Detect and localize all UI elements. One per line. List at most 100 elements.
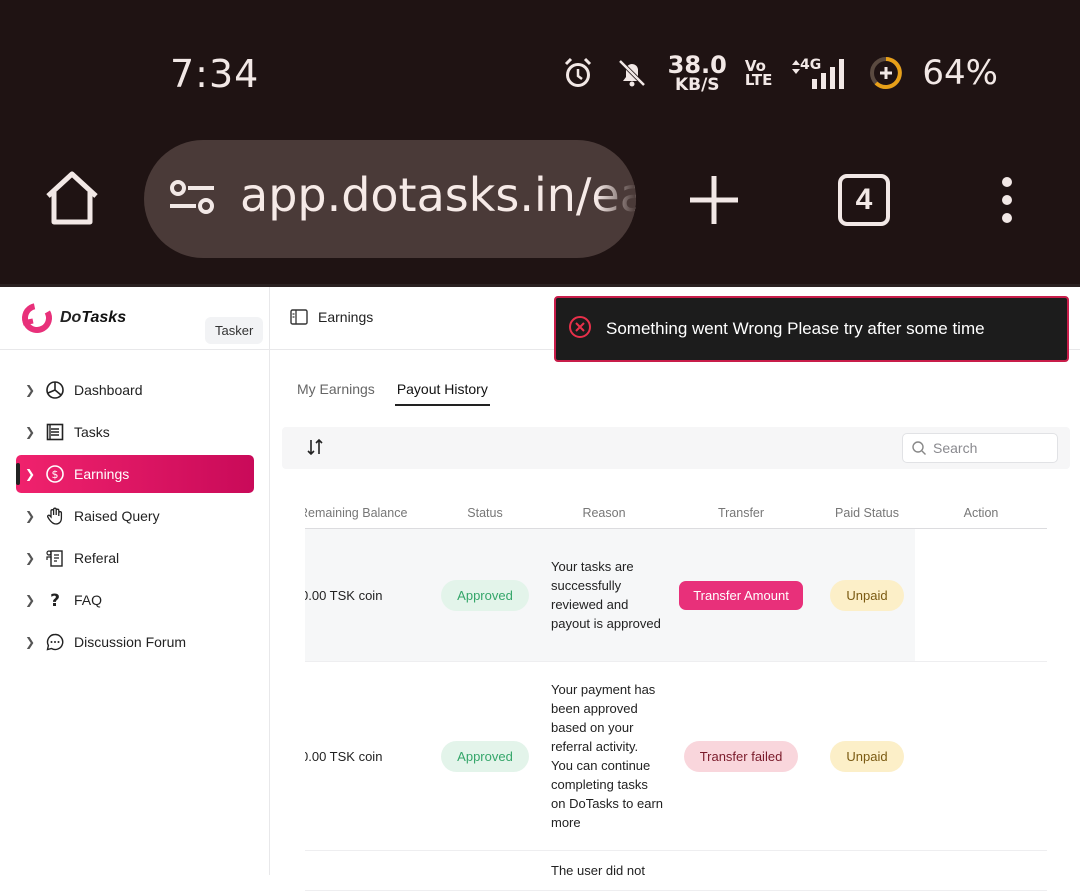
paid-cell: Unpaid	[819, 740, 915, 772]
chevron-right-icon: ❯	[24, 509, 36, 523]
balance-cell: 0.00 TSK coin	[305, 748, 383, 764]
site-settings-icon[interactable]	[168, 178, 216, 223]
reason-cell: Your tasks are successfully reviewed and…	[551, 559, 661, 631]
sidebar-item-label: FAQ	[74, 592, 103, 608]
paid-status-badge: Unpaid	[830, 740, 904, 772]
sidebar-item-earnings[interactable]: ❯ $ Earnings	[16, 455, 254, 493]
error-toast: Something went Wrong Please try after so…	[554, 296, 1069, 362]
table-row: 0.00 TSK coin Approved Your tasks are su…	[305, 529, 1047, 662]
web-app: DoTasks Tasker ❯ Dashboard ❯ Tasks ❯ $ E…	[0, 284, 1080, 891]
transfer-amount-button[interactable]: Transfer Amount	[679, 580, 803, 610]
sidebar-item-discussion-forum[interactable]: ❯ Discussion Forum	[16, 623, 254, 661]
reason-cell: Your payment has been approved based on …	[551, 682, 664, 830]
col-paid-status: Paid Status	[835, 505, 899, 520]
transfer-cell: Transfer Amount	[663, 580, 819, 610]
earnings-tabs: My Earnings Payout History	[295, 379, 490, 406]
referral-icon	[44, 547, 66, 569]
status-badge: Approved	[441, 740, 529, 772]
role-badge: Tasker	[205, 317, 264, 344]
table-row: 0.00 TSK coin Approved Your payment has …	[305, 662, 1047, 851]
android-status-and-browser-bar: 7:34 38.0 KB/S Vo LTE 4G 64% app.dotasks…	[0, 0, 1080, 284]
brand-header: DoTasks Tasker	[0, 287, 270, 350]
sidebar-item-raised-query[interactable]: ❯ Raised Query	[16, 497, 254, 535]
chevron-right-icon: ❯	[24, 425, 36, 439]
brand-name: DoTasks	[60, 309, 127, 326]
svg-text:$: $	[52, 468, 59, 481]
col-status: Status	[467, 505, 503, 520]
chevron-right-icon: ❯	[24, 383, 36, 397]
plus-icon	[690, 176, 738, 224]
search-icon	[912, 441, 926, 455]
page-title: Earnings	[318, 309, 374, 325]
error-close-icon[interactable]	[568, 315, 592, 344]
pie-chart-icon	[44, 379, 66, 401]
payout-table: Remaining Balance Status Reason Transfer…	[305, 497, 1047, 891]
network-speed: 38.0 KB/S	[667, 50, 727, 95]
url-bar[interactable]: app.dotasks.in/ea	[144, 140, 636, 258]
chevron-right-icon: ❯	[24, 467, 36, 481]
sidebar-item-label: Dashboard	[74, 382, 143, 398]
sidebar-item-label: Tasks	[74, 424, 110, 440]
more-vert-icon	[1002, 177, 1012, 223]
transfer-failed-badge: Transfer failed	[683, 740, 799, 772]
tab-my-earnings[interactable]: My Earnings	[295, 379, 377, 406]
browser-menu-button[interactable]	[992, 176, 1022, 224]
home-button[interactable]	[42, 168, 102, 228]
chat-icon	[44, 631, 66, 653]
sidebar-nav: ❯ Dashboard ❯ Tasks ❯ $ Earnings ❯ Raise…	[16, 371, 254, 665]
url-text[interactable]: app.dotasks.in/ea	[240, 168, 636, 222]
sidebar-toggle-icon[interactable]	[290, 309, 308, 330]
dollar-circle-icon: $	[44, 463, 66, 485]
status-cell: Approved	[425, 740, 545, 772]
sidebar-item-label: Earnings	[74, 466, 130, 482]
status-cell: Approved	[425, 579, 545, 611]
hand-icon	[44, 505, 66, 527]
dotasks-logo-icon[interactable]	[20, 301, 54, 340]
paid-status-badge: Unpaid	[830, 579, 904, 611]
sidebar-item-tasks[interactable]: ❯ Tasks	[16, 413, 254, 451]
question-icon: ?	[44, 589, 66, 611]
alarm-icon	[560, 55, 596, 91]
table-header: Remaining Balance Status Reason Transfer…	[305, 497, 1047, 529]
tab-payout-history[interactable]: Payout History	[394, 379, 490, 406]
col-remaining-balance: Remaining Balance	[305, 505, 408, 520]
tab-switcher-button[interactable]: 4	[838, 174, 890, 226]
url-fade	[596, 140, 636, 258]
signal-icon: 4G	[790, 55, 850, 91]
chevron-right-icon: ❯	[24, 593, 36, 607]
sidebar-item-label: Discussion Forum	[74, 634, 187, 650]
paid-cell: Unpaid	[819, 579, 915, 611]
sort-icon[interactable]	[306, 438, 324, 461]
status-badge: Approved	[441, 579, 529, 611]
new-tab-button[interactable]	[688, 174, 740, 226]
volte-indicator: Vo LTE	[744, 56, 773, 89]
sidebar: DoTasks Tasker ❯ Dashboard ❯ Tasks ❯ $ E…	[0, 287, 270, 875]
table-row: The user did not	[305, 851, 1047, 891]
table-toolbar	[282, 427, 1070, 469]
svg-text:?: ?	[50, 591, 60, 610]
toast-message: Something went Wrong Please try after so…	[606, 319, 985, 338]
sidebar-item-faq[interactable]: ❯ ? FAQ	[16, 581, 254, 619]
battery-saver-icon	[868, 55, 904, 91]
col-action: Action	[963, 505, 999, 520]
transfer-cell: Transfer failed	[663, 740, 819, 772]
reason-cell: The user did not	[551, 863, 645, 878]
battery-percent: 64%	[922, 53, 998, 93]
mute-bell-icon	[614, 55, 650, 91]
sidebar-item-label: Referal	[74, 550, 120, 566]
sidebar-item-dashboard[interactable]: ❯ Dashboard	[16, 371, 254, 409]
sidebar-item-referal[interactable]: ❯ Referal	[16, 539, 254, 577]
status-icons: 38.0 KB/S Vo LTE 4G 64%	[560, 50, 998, 96]
col-reason: Reason	[582, 505, 626, 520]
network-type-label: 4G	[800, 57, 821, 73]
sidebar-item-label: Raised Query	[74, 508, 160, 524]
status-time: 7:34	[170, 52, 260, 96]
search-input[interactable]	[933, 440, 1043, 456]
search-box[interactable]	[902, 433, 1058, 463]
home-icon	[46, 171, 98, 225]
chevron-right-icon: ❯	[24, 635, 36, 649]
chevron-right-icon: ❯	[24, 551, 36, 565]
col-transfer: Transfer	[717, 505, 765, 520]
balance-cell: 0.00 TSK coin	[305, 587, 383, 603]
list-icon	[44, 421, 66, 443]
